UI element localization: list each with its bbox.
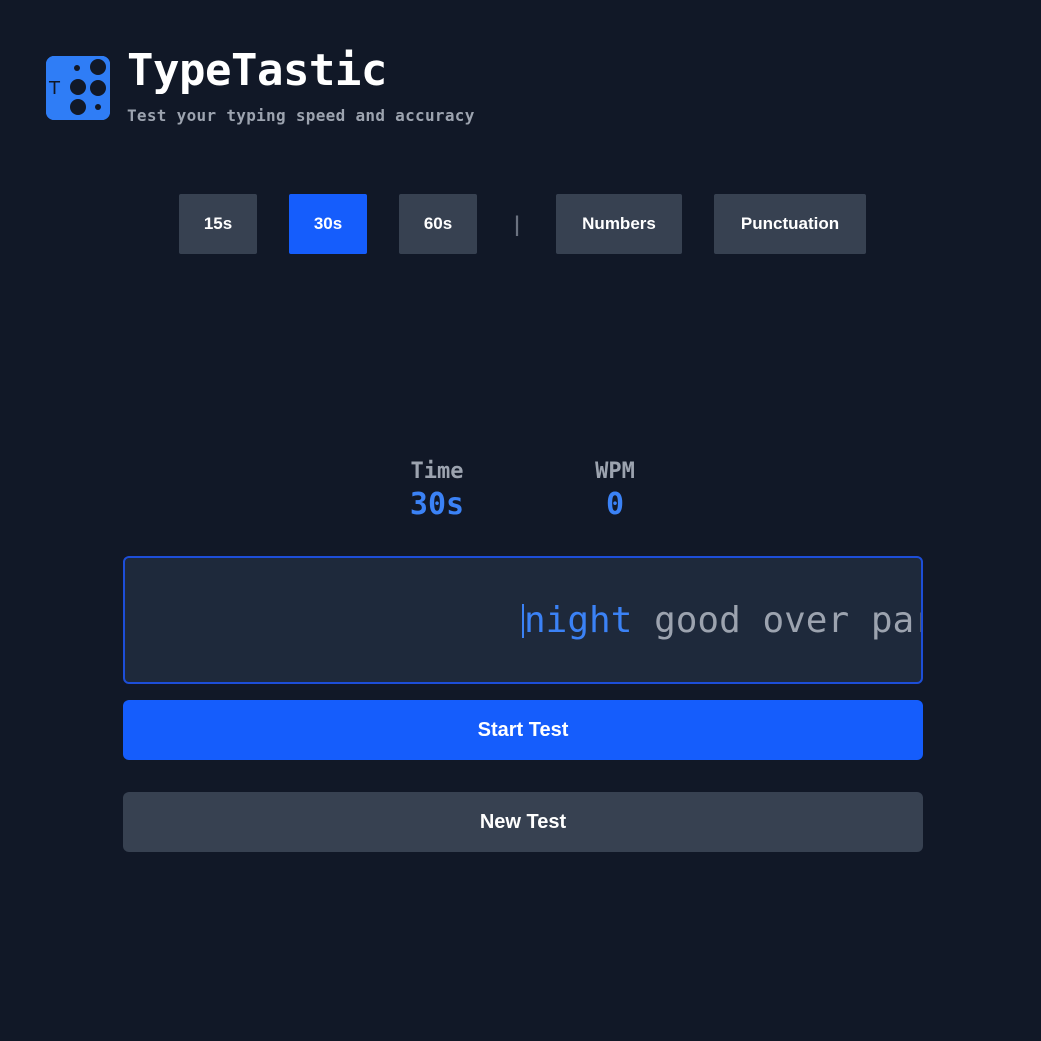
app-subtitle: Test your typing speed and accuracy bbox=[127, 106, 475, 125]
upcoming-word: over bbox=[762, 600, 850, 641]
duration-30s-button[interactable]: 30s bbox=[289, 194, 367, 254]
wpm-value: 0 bbox=[605, 487, 625, 522]
upcoming-word: par bbox=[870, 600, 921, 641]
duration-15s-button[interactable]: 15s bbox=[179, 194, 257, 254]
duration-60s-button[interactable]: 60s bbox=[399, 194, 477, 254]
time-label: Time bbox=[410, 459, 464, 484]
app-logo-icon: T bbox=[46, 56, 110, 120]
wpm-label: WPM bbox=[595, 459, 635, 484]
wpm-stat: WPM 0 bbox=[545, 457, 685, 523]
numbers-toggle-button[interactable]: Numbers bbox=[556, 194, 682, 254]
app-page: T TypeTastic Test your typing speed and … bbox=[0, 0, 1041, 1041]
current-word: night bbox=[524, 600, 633, 641]
word-stream: night good over par bbox=[522, 600, 921, 642]
time-value: 30s bbox=[409, 487, 465, 522]
logo-letter: T bbox=[48, 78, 61, 99]
options-divider: | bbox=[510, 212, 524, 236]
new-test-button[interactable]: New Test bbox=[123, 792, 923, 852]
time-stat: Time 30s bbox=[367, 457, 507, 523]
punctuation-toggle-button[interactable]: Punctuation bbox=[714, 194, 866, 254]
start-test-button[interactable]: Start Test bbox=[123, 700, 923, 760]
app-title: TypeTastic bbox=[127, 45, 387, 96]
upcoming-word: good bbox=[654, 600, 741, 641]
typing-area[interactable]: night good over par bbox=[123, 556, 923, 684]
